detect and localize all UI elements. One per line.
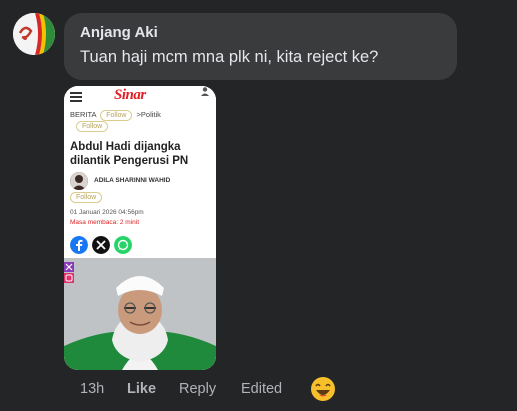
previous-comment-remnant bbox=[60, 0, 320, 3]
x-icon bbox=[92, 236, 110, 254]
breadcrumb-prefix: BERITA bbox=[70, 110, 97, 119]
article-date: 01 Januari 2026 04:56pm bbox=[70, 209, 144, 216]
article-read-time: Masa membaca: 2 minit bbox=[70, 219, 139, 226]
comment-timestamp[interactable]: 13h bbox=[80, 381, 104, 397]
instagram-icon bbox=[64, 262, 74, 283]
edited-label[interactable]: Edited bbox=[241, 381, 282, 397]
article-photo bbox=[64, 258, 216, 370]
comment-text: Tuan haji mcm mna plk ni, kita reject ke… bbox=[80, 48, 379, 66]
laughing-emoji-icon[interactable] bbox=[310, 376, 336, 402]
comment-bubble: Anjang Aki Tuan haji mcm mna plk ni, kit… bbox=[64, 13, 457, 80]
author-photo bbox=[70, 172, 88, 190]
article-header: Sinar bbox=[64, 86, 216, 106]
breadcrumb-section: >Politik bbox=[136, 110, 161, 119]
follow-pill-3: Follow bbox=[70, 192, 103, 203]
facebook-icon bbox=[70, 236, 88, 254]
comment-author[interactable]: Anjang Aki bbox=[80, 24, 158, 41]
avatar[interactable] bbox=[13, 13, 55, 55]
article-author-name: ADILA SHARINNI WAHID bbox=[94, 177, 171, 184]
site-logo: Sinar bbox=[114, 87, 146, 103]
like-button[interactable]: Like bbox=[127, 381, 156, 397]
whatsapp-icon bbox=[114, 236, 132, 254]
avatar-icon bbox=[13, 13, 55, 55]
article-headline: Abdul Hadi dijangka dilantik Pengerusi P… bbox=[70, 141, 189, 167]
breadcrumb: BERITA Follow >Politik bbox=[70, 110, 161, 121]
comment-image-attachment[interactable]: Sinar BERITA Follow >Politik Follow Abdu… bbox=[64, 86, 216, 370]
follow-pill-2: Follow bbox=[76, 121, 109, 132]
reply-button[interactable]: Reply bbox=[179, 381, 216, 397]
user-icon bbox=[200, 86, 210, 98]
hamburger-menu-icon bbox=[70, 92, 82, 102]
follow-pill-1: Follow bbox=[100, 110, 133, 121]
